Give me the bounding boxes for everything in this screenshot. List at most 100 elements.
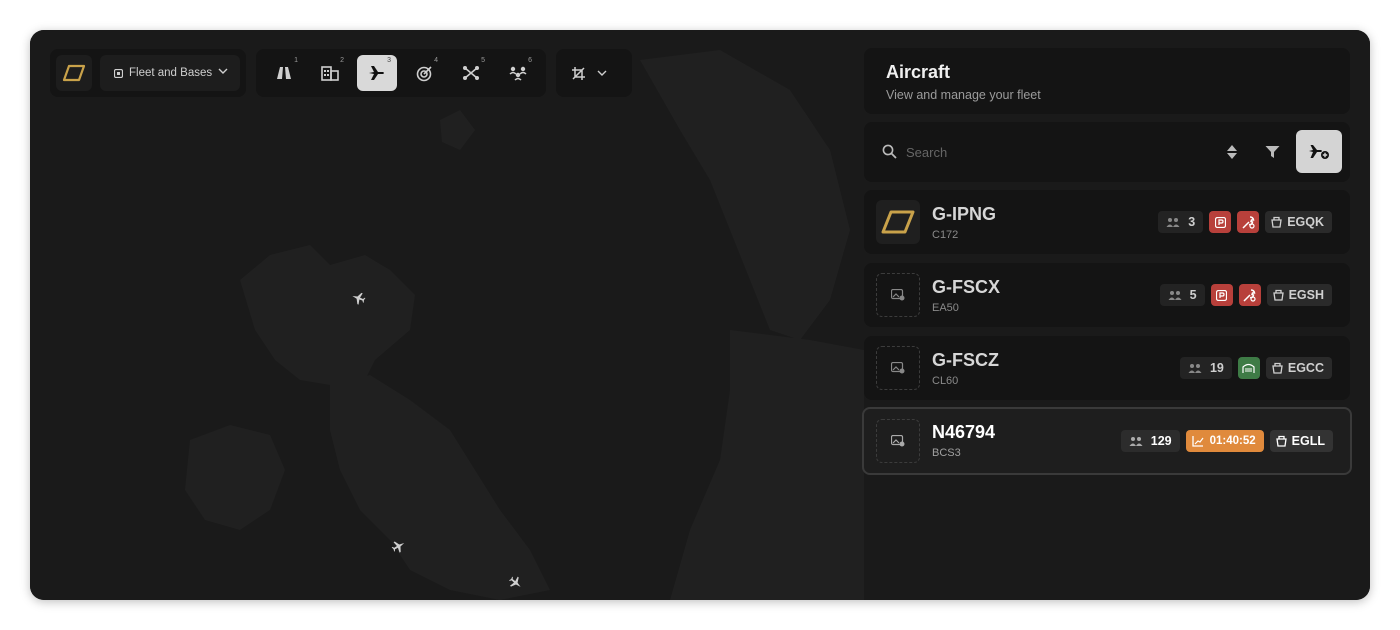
sidebar-subtitle: View and manage your fleet: [886, 88, 1041, 102]
brand-logo-icon: [881, 210, 915, 234]
sidebar-title: Aircraft: [886, 62, 951, 82]
no-image-icon: [891, 435, 905, 447]
filter-button[interactable]: [1260, 140, 1284, 164]
app-window: Fleet and Bases 1 2 3 4 5 6 Aircraft Vie…: [30, 30, 1370, 600]
parking-icon: [1214, 216, 1226, 228]
aircraft-registration: N46794: [932, 422, 996, 442]
context-selector-label: Fleet and Bases: [129, 67, 213, 79]
no-image-icon: [891, 289, 905, 301]
tool-buildings[interactable]: 2: [310, 55, 350, 91]
aircraft-card[interactable]: G-FSCZ CL60 19 EGCC: [864, 336, 1350, 400]
hangar-status-badge: [1237, 357, 1260, 379]
aircraft-type: EA50: [932, 302, 959, 314]
add-aircraft-button[interactable]: [1296, 130, 1342, 173]
base-badge: EGQK: [1265, 211, 1332, 233]
aircraft-registration: G-FSCX: [932, 277, 1001, 297]
chevron-down-icon: [597, 70, 607, 76]
crop-icon: [572, 66, 585, 80]
aircraft-card[interactable]: G-FSCX EA50 5 EGSH: [864, 263, 1350, 327]
tool-crew[interactable]: 6: [498, 55, 538, 91]
people-icon: [509, 66, 527, 81]
sidebar-header: Aircraft View and manage your fleet: [864, 48, 1350, 114]
context-selector[interactable]: Fleet and Bases: [100, 55, 240, 91]
passenger-count: 5: [1189, 288, 1197, 302]
shortcut-number: 3: [387, 57, 391, 64]
sort-button[interactable]: [1220, 140, 1244, 164]
aircraft-type: C172: [932, 229, 959, 241]
road-icon: [277, 67, 291, 79]
parking-icon: [1216, 289, 1228, 301]
shortcut-number: 2: [340, 57, 344, 64]
tool-roads[interactable]: 1: [264, 55, 304, 91]
bucket-icon: [1271, 216, 1282, 228]
aircraft-thumbnail: [876, 273, 920, 317]
shortcut-number: 5: [481, 57, 485, 64]
shortcut-number: 6: [528, 57, 532, 64]
aircraft-badges: 129 01:40:52 EGLL: [1120, 430, 1333, 452]
takeoff-chart-icon: [1191, 435, 1204, 447]
passenger-count: 3: [1188, 215, 1196, 229]
aircraft-type: BCS3: [932, 447, 961, 459]
building-icon: [321, 66, 339, 81]
base-code: EGSH: [1288, 288, 1324, 302]
tool-targets[interactable]: 4: [404, 55, 444, 91]
logo-button[interactable]: [56, 55, 92, 91]
maintenance-status-badge: [1237, 211, 1260, 233]
bucket-icon: [1272, 362, 1283, 374]
bucket-icon: [1275, 435, 1287, 447]
target-icon: [416, 65, 432, 81]
aircraft-card[interactable]: G-IPNG C172 3 EGQK: [864, 190, 1350, 254]
square-icon: [114, 68, 123, 78]
passenger-badge: 5: [1159, 284, 1205, 306]
people-icon: [1129, 436, 1143, 446]
people-icon: [1188, 363, 1202, 373]
search-icon: [882, 144, 897, 159]
passenger-badge: 129: [1120, 430, 1180, 452]
search-bar: [864, 122, 1350, 182]
bucket-icon: [1272, 289, 1284, 301]
tool-aircraft[interactable]: 3: [357, 55, 397, 91]
toolbar-tools-group: 1 2 3 4 5 6: [256, 49, 546, 97]
passenger-count: 129: [1150, 434, 1172, 448]
aircraft-badges: 19 EGCC: [1179, 357, 1332, 379]
aircraft-registration: G-FSCZ: [932, 350, 999, 370]
crop-tool-button[interactable]: [566, 55, 622, 91]
flight-timer-badge: 01:40:52: [1185, 430, 1264, 452]
wrench-icon: [1243, 288, 1256, 302]
aircraft-card-selected[interactable]: N46794 BCS3 129 01:40:52 EGLL: [862, 407, 1352, 475]
filter-icon: [1265, 146, 1279, 158]
chevron-down-icon: [218, 68, 228, 74]
maintenance-status-badge: [1238, 284, 1261, 306]
shortcut-number: 1: [294, 57, 298, 64]
drone-icon: [463, 66, 479, 80]
search-input[interactable]: [906, 140, 1186, 164]
parking-status-badge: [1210, 284, 1233, 306]
base-code: EGLL: [1291, 434, 1325, 448]
no-image-icon: [891, 362, 905, 374]
parking-status-badge: [1209, 211, 1232, 233]
base-badge: EGSH: [1266, 284, 1332, 306]
brand-logo-icon: [62, 64, 86, 82]
base-badge: EGLL: [1269, 430, 1333, 452]
aircraft-thumbnail: [876, 200, 920, 244]
toolbar-crop-group: [556, 49, 632, 97]
plane-icon: [369, 66, 384, 80]
base-code: EGQK: [1287, 215, 1324, 229]
flight-timer: 01:40:52: [1209, 435, 1256, 447]
toolbar-context-group: Fleet and Bases: [50, 49, 246, 97]
people-icon: [1166, 217, 1180, 227]
hangar-icon: [1242, 363, 1255, 373]
base-badge: EGCC: [1265, 357, 1332, 379]
base-code: EGCC: [1287, 361, 1324, 375]
aircraft-thumbnail: [876, 346, 920, 390]
wrench-icon: [1242, 215, 1255, 229]
shortcut-number: 4: [434, 57, 438, 64]
aircraft-badges: 3 EGQK: [1158, 211, 1332, 233]
sort-icon: [1227, 145, 1237, 159]
people-icon: [1168, 290, 1182, 300]
aircraft-badges: 5 EGSH: [1159, 284, 1332, 306]
tool-drones[interactable]: 5: [451, 55, 491, 91]
passenger-count: 19: [1209, 361, 1224, 375]
plane-add-icon: [1309, 144, 1329, 159]
aircraft-registration: G-IPNG: [932, 204, 997, 224]
